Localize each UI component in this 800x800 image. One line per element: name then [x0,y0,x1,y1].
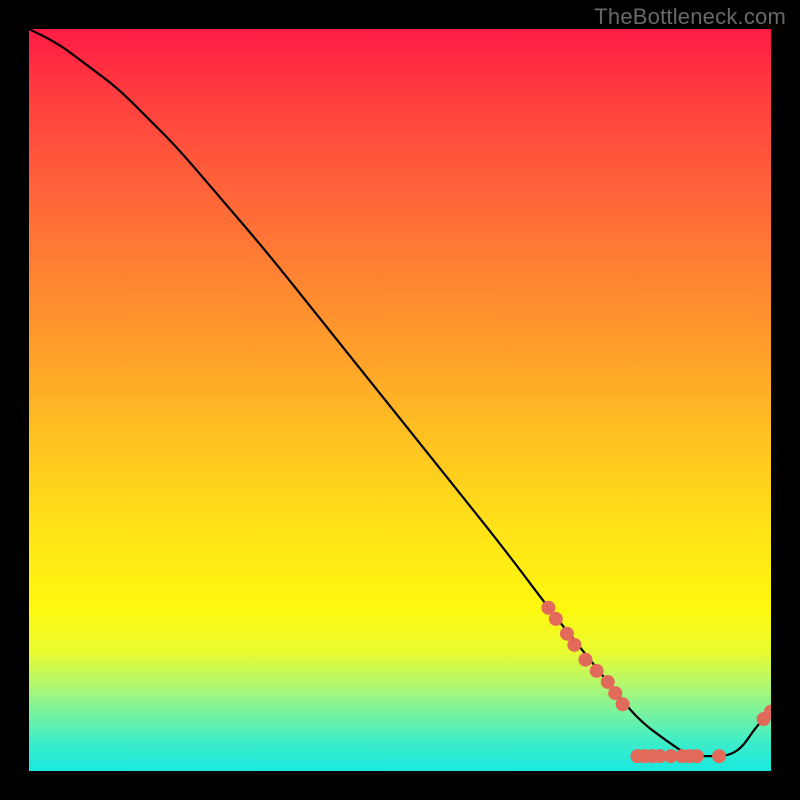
data-markers [541,601,771,763]
watermark-text: TheBottleneck.com [594,4,786,30]
data-marker [579,653,593,667]
data-marker [616,697,630,711]
chart-plot-area [29,29,771,771]
data-marker [567,638,581,652]
chart-svg [29,29,771,771]
bottleneck-curve-line [29,29,771,756]
data-marker [712,749,726,763]
data-marker [690,749,704,763]
data-marker [549,612,563,626]
data-marker [590,664,604,678]
